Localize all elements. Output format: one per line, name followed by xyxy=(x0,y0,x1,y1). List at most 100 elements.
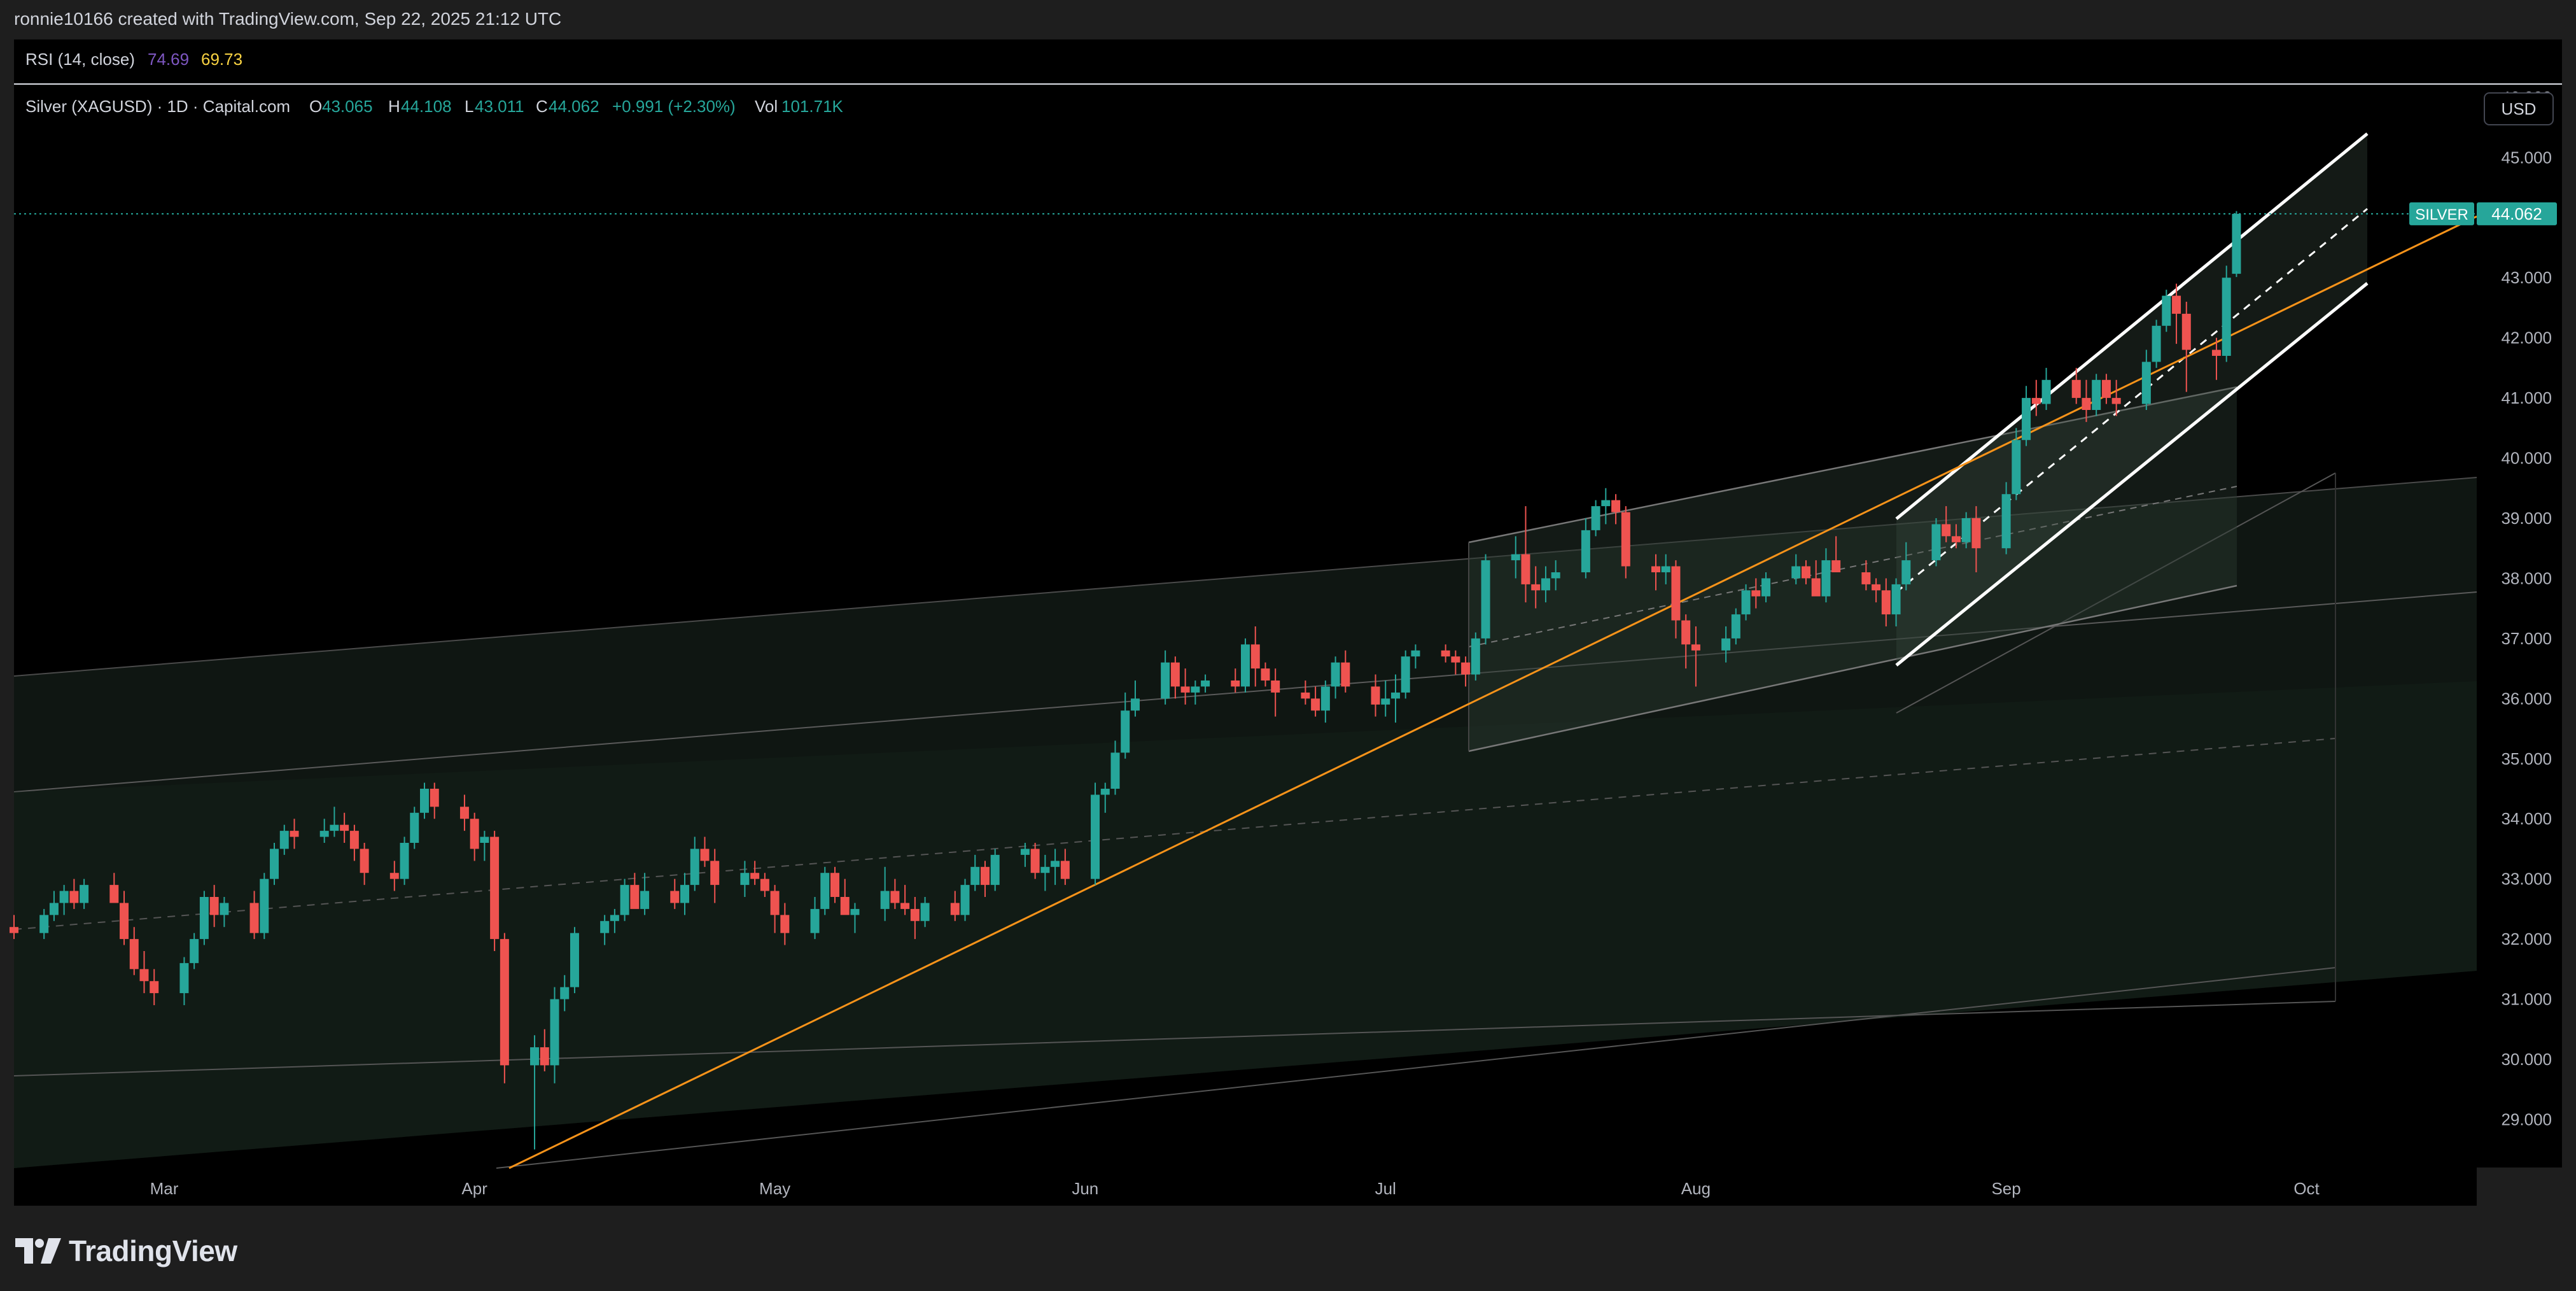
symbol-name[interactable]: Silver (XAGUSD) · 1D · Capital.com xyxy=(25,97,290,116)
currency-label[interactable]: USD xyxy=(2502,99,2537,118)
candle-body xyxy=(350,831,359,849)
candle-body xyxy=(890,891,899,903)
tradingview-logo[interactable]: TradingView xyxy=(15,1235,237,1267)
candle[interactable] xyxy=(991,849,1000,891)
candle-body xyxy=(951,903,960,915)
candle[interactable] xyxy=(1401,651,1410,699)
candle-body xyxy=(250,903,259,933)
ohlc-open-label: O xyxy=(309,97,322,116)
candle-body xyxy=(630,885,639,909)
candle-body xyxy=(1901,560,1910,584)
price-tick-label: 45.000 xyxy=(2501,148,2552,167)
candle-body xyxy=(1401,656,1410,693)
candle[interactable] xyxy=(1931,518,1940,567)
price-tick-label: 34.000 xyxy=(2501,809,2552,828)
price-tag-value: 44.062 xyxy=(2491,204,2542,223)
candle[interactable] xyxy=(570,927,579,993)
candle-body xyxy=(2032,398,2041,404)
candle[interactable] xyxy=(1091,783,1100,885)
candle-body xyxy=(1831,560,1840,572)
candle[interactable] xyxy=(500,933,509,1083)
candle[interactable] xyxy=(2152,320,2161,368)
ohlc-low-value: 43.011 xyxy=(475,97,524,116)
candle-body xyxy=(961,885,970,915)
candle-body xyxy=(620,885,629,915)
candle[interactable] xyxy=(2232,211,2241,278)
candle-body xyxy=(60,891,69,903)
candle-body xyxy=(210,897,219,915)
candle-body xyxy=(420,789,429,813)
price-tick-label: 39.000 xyxy=(2501,509,2552,528)
candle[interactable] xyxy=(410,807,419,849)
candle-body xyxy=(1021,849,1030,854)
candle-body xyxy=(290,831,298,836)
candle-body xyxy=(700,849,709,861)
candle-body xyxy=(1952,536,1961,542)
candle-body xyxy=(1031,849,1040,873)
candle-body xyxy=(130,939,139,969)
candle-body xyxy=(850,909,859,915)
time-axis[interactable] xyxy=(14,1168,2477,1206)
candle[interactable] xyxy=(400,837,409,885)
candle-body xyxy=(560,987,569,999)
ohlc-high-value: 44.108 xyxy=(401,97,452,116)
candle[interactable] xyxy=(260,873,269,939)
time-tick-label: Apr xyxy=(461,1179,487,1198)
candle-body xyxy=(1751,590,1760,596)
candle-body xyxy=(1732,614,1740,638)
candle-body xyxy=(50,903,59,915)
currency-button[interactable]: USD xyxy=(2484,93,2553,125)
candle[interactable] xyxy=(490,831,499,951)
candle[interactable] xyxy=(961,879,970,921)
price-chart[interactable]: RSI (14, close) 74.69 69.73 29.00030.000… xyxy=(0,0,2576,1291)
candle[interactable] xyxy=(1471,632,1480,681)
candle-body xyxy=(2142,362,2151,404)
candle-body xyxy=(2182,314,2191,350)
candle-body xyxy=(2072,380,2081,398)
rsi-pane xyxy=(14,39,2562,83)
time-tick-label: Jun xyxy=(1072,1179,1098,1198)
candle-body xyxy=(1791,567,1800,579)
candle-body xyxy=(2022,398,2031,440)
candle[interactable] xyxy=(1481,554,1490,645)
candle-body xyxy=(330,825,339,831)
candle-body xyxy=(1131,698,1140,710)
volume-value: 101.71K xyxy=(781,97,844,116)
candle-body xyxy=(1942,524,1950,536)
candle[interactable] xyxy=(2222,265,2231,362)
candle[interactable] xyxy=(1241,638,1250,693)
candle-body xyxy=(1271,681,1280,693)
candle[interactable] xyxy=(200,891,209,945)
candle-body xyxy=(540,1047,549,1065)
candle-body xyxy=(1051,861,1060,866)
candle-body xyxy=(2082,398,2090,410)
candle-body xyxy=(1451,656,1460,662)
candle-body xyxy=(69,891,78,903)
candle-body xyxy=(610,915,619,921)
tradingview-logo-text: TradingView xyxy=(69,1234,237,1268)
candle-body xyxy=(550,999,559,1066)
price-tick-label: 36.000 xyxy=(2501,689,2552,708)
symbol-legend[interactable]: Silver (XAGUSD) · 1D · Capital.com O 43.… xyxy=(25,97,844,116)
candle-body xyxy=(1521,554,1530,584)
price-tag-symbol: SILVER xyxy=(2415,206,2468,223)
candle-body xyxy=(1261,668,1270,681)
candle-body xyxy=(1651,567,1660,572)
candle-body xyxy=(1121,710,1130,752)
candle-body xyxy=(530,1047,539,1065)
candle-body xyxy=(1681,621,1690,645)
candle[interactable] xyxy=(270,843,279,885)
candle[interactable] xyxy=(2162,290,2171,332)
candle-body xyxy=(1531,584,1540,590)
candle[interactable] xyxy=(820,867,829,915)
candle[interactable] xyxy=(2092,374,2101,416)
last-price-tag: SILVER 44.062 xyxy=(2409,202,2557,225)
candle-body xyxy=(109,885,118,903)
candle[interactable] xyxy=(620,879,629,921)
candle-body xyxy=(771,891,780,915)
candle-body xyxy=(2042,380,2051,404)
candle-body xyxy=(1821,560,1830,596)
candle-body xyxy=(1321,686,1330,710)
price-tick-label: 35.000 xyxy=(2501,749,2552,768)
candle-body xyxy=(2112,398,2121,404)
